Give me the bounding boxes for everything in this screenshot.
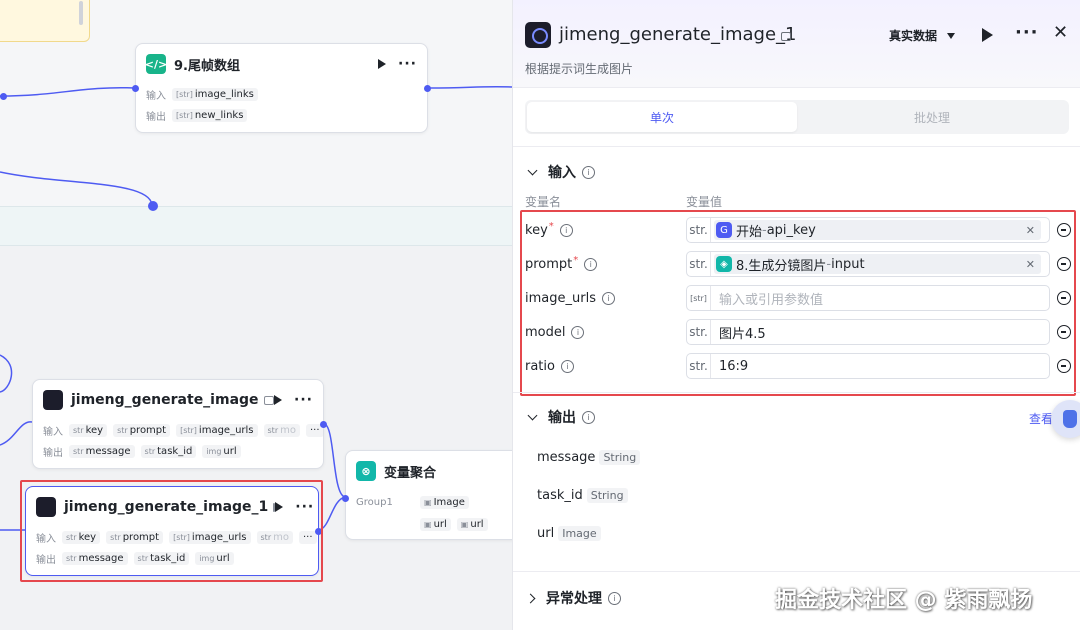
- plugin-icon: [781, 32, 791, 41]
- output-port[interactable]: [320, 421, 327, 428]
- output-row-task-id: task_id String: [537, 488, 628, 503]
- output-row-message: message String: [537, 450, 641, 465]
- input-port[interactable]: [132, 85, 139, 92]
- tab-single[interactable]: 单次: [527, 102, 797, 132]
- input-port[interactable]: [342, 495, 349, 502]
- node-title: 变量聚合: [384, 465, 437, 481]
- run-node-icon[interactable]: [378, 59, 387, 69]
- panel-title[interactable]: jimeng_generate_image_1: [559, 24, 797, 45]
- assistant-float-icon[interactable]: [1051, 400, 1080, 438]
- input-tag: [str] image_links: [172, 88, 258, 101]
- caret-down-icon[interactable]: [947, 33, 955, 39]
- run-icon[interactable]: [982, 28, 993, 42]
- info-icon[interactable]: i: [582, 410, 595, 424]
- node-title: jimeng_generate_image: [71, 392, 259, 408]
- close-icon[interactable]: ✕: [1053, 22, 1068, 43]
- node-variable-aggregate[interactable]: ⊗ 变量聚合 Group1 ▣ Image ▣ url ▣ url: [342, 450, 512, 540]
- output-row-url: url Image: [537, 526, 601, 541]
- more-icon[interactable]: ···: [294, 392, 313, 408]
- chevron-right-icon[interactable]: [525, 593, 536, 603]
- port[interactable]: [0, 93, 7, 100]
- run-mode-tabs: 单次 批处理: [525, 100, 1069, 134]
- panel-header: jimeng_generate_image_1 根据提示词生成图片 真实数据 ·…: [513, 0, 1080, 88]
- error-handling-header[interactable]: 异常处理 i: [525, 588, 621, 608]
- node-tail-frame-array[interactable]: </> 9.尾帧数组 ··· 输入 [str] image_links 输出 [s…: [132, 43, 431, 133]
- highlight-box: [520, 210, 1076, 396]
- info-icon[interactable]: i: [608, 591, 621, 605]
- aggregate-icon: ⊗: [356, 461, 376, 481]
- node-title: 9.尾帧数组: [174, 58, 240, 74]
- node-jimeng-generate-image[interactable]: jimeng_generate_image ··· 输入 str key str p…: [32, 379, 327, 469]
- tab-batch[interactable]: 批处理: [797, 102, 1067, 132]
- jimeng-logo-icon: [43, 390, 63, 410]
- divider: [513, 146, 1080, 147]
- jimeng-logo-icon: [525, 22, 551, 48]
- divider: [513, 571, 1080, 572]
- code-icon: </>: [145, 54, 167, 74]
- more-icon[interactable]: ···: [1015, 22, 1039, 43]
- output-section-header[interactable]: 输出 i: [525, 407, 595, 427]
- view-link[interactable]: 查看: [1029, 410, 1053, 427]
- input-section-header[interactable]: 输入 i: [525, 162, 595, 182]
- workflow-canvas[interactable]: </> 9.尾帧数组 ··· 输入 [str] image_links 输出 [s…: [0, 0, 512, 630]
- panel-subtitle: 根据提示词生成图片: [525, 62, 634, 76]
- data-mode-dropdown[interactable]: 真实数据: [889, 27, 937, 44]
- output-port[interactable]: [424, 85, 431, 92]
- watermark: 掘金技术社区 @ 紫雨飘扬: [775, 588, 1033, 613]
- more-icon[interactable]: ···: [398, 56, 417, 72]
- column-header-value: 变量值: [686, 195, 723, 209]
- chevron-down-icon[interactable]: [527, 410, 538, 421]
- run-node-icon[interactable]: [274, 395, 283, 405]
- highlight-box: [20, 480, 323, 582]
- divider: [513, 392, 1080, 393]
- node-detail-panel: jimeng_generate_image_1 根据提示词生成图片 真实数据 ·…: [512, 0, 1080, 630]
- output-tag: [str] new_links: [172, 109, 248, 122]
- chevron-down-icon[interactable]: [527, 165, 538, 176]
- connection-handle[interactable]: [148, 201, 158, 211]
- info-icon[interactable]: i: [582, 165, 595, 179]
- column-header-name: 变量名: [525, 195, 562, 209]
- plugin-icon: [263, 395, 274, 405]
